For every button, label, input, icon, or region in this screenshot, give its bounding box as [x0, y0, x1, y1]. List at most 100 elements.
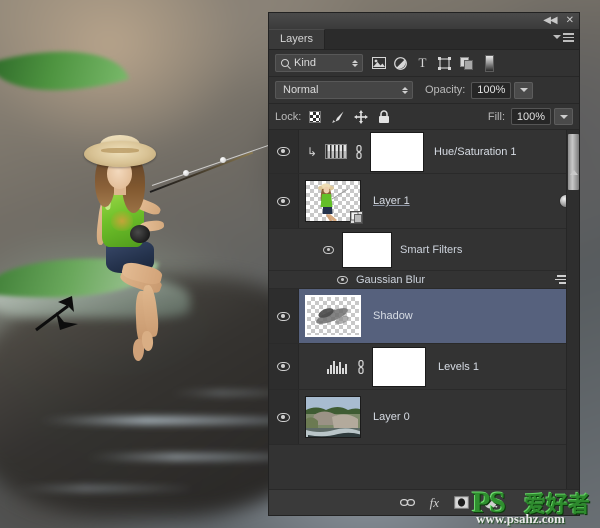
opacity-dropdown-button[interactable]	[514, 81, 534, 99]
chevron-updown-icon	[352, 59, 358, 67]
lock-transparent-pixels-icon[interactable]	[308, 110, 322, 124]
layer-row-hue-saturation[interactable]: ↳ Hue/Saturation 1	[269, 130, 579, 174]
scroll-up-arrow-icon[interactable]	[569, 170, 578, 175]
layer-visibility-toggle[interactable]	[269, 174, 299, 228]
chevron-updown-icon	[402, 86, 408, 94]
close-icon[interactable]: ✕	[566, 16, 574, 26]
search-icon	[281, 59, 289, 67]
filter-enable-switch[interactable]	[485, 54, 494, 72]
filter-smart-object-icon[interactable]	[459, 56, 474, 71]
blend-mode-value: Normal	[283, 84, 319, 96]
water-highlight	[12, 485, 192, 491]
fill-label: Fill:	[487, 110, 505, 123]
fill-input[interactable]: 100%	[511, 108, 551, 125]
filter-pixel-icon[interactable]	[371, 56, 386, 71]
smart-filter-mask-thumbnail[interactable]	[342, 231, 392, 268]
link-layers-icon[interactable]	[399, 497, 415, 508]
layer-row-body[interactable]: Shadow	[299, 289, 579, 343]
filter-name[interactable]: Gaussian Blur	[356, 274, 425, 286]
eye-icon	[277, 147, 290, 156]
layer-row-shadow[interactable]: Shadow	[269, 289, 579, 344]
layer-visibility-toggle[interactable]	[269, 289, 299, 343]
filter-kind-label: Kind	[294, 57, 317, 69]
layer-row-layer-0[interactable]: Layer 0	[269, 390, 579, 445]
fill-dropdown-button[interactable]	[554, 108, 573, 125]
layer-thumbnail[interactable]	[305, 295, 361, 337]
opacity-input[interactable]: 100%	[471, 81, 512, 99]
layer-visibility-toggle[interactable]	[269, 344, 299, 389]
layer-list[interactable]: ↳ Hue/Saturation 1 Layer 1 Smart Filters…	[269, 130, 579, 489]
tab-layers[interactable]: Layers	[269, 29, 326, 49]
levels-histogram-icon[interactable]	[327, 360, 349, 374]
line-marker	[220, 157, 226, 163]
smart-filters-label: Smart Filters	[400, 243, 463, 256]
line-marker	[183, 170, 189, 176]
layer-mask-thumbnail[interactable]	[370, 131, 424, 172]
layer-row-body[interactable]: Layer 1	[299, 174, 579, 228]
straw-hat-brim	[84, 141, 156, 167]
filter-type-icon[interactable]: T	[415, 55, 430, 71]
layer-thumbnail[interactable]	[305, 396, 361, 438]
layer-visibility-toggle[interactable]	[269, 390, 299, 444]
layer-visibility-toggle[interactable]	[269, 130, 299, 173]
layer-thumbnail-wrap[interactable]	[305, 180, 363, 224]
blend-mode-select[interactable]: Normal	[275, 81, 413, 99]
new-adjustment-layer-icon[interactable]	[484, 496, 498, 509]
filter-kind-select[interactable]: Kind	[275, 54, 363, 72]
eye-icon	[277, 196, 290, 206]
layer-name[interactable]: Layer 0	[373, 411, 410, 423]
lock-image-pixels-icon[interactable]	[331, 110, 345, 124]
opacity-label: Opacity:	[425, 84, 466, 96]
layer-row-levels[interactable]: Levels 1	[269, 344, 579, 390]
lock-row: Lock: Fill: 100%	[269, 104, 579, 130]
lock-buttons	[308, 109, 391, 124]
filter-row: Kind T	[269, 50, 579, 77]
layer-list-scrollbar[interactable]	[566, 130, 579, 489]
panel-tab-row: Layers	[269, 29, 579, 50]
layer-mask-thumbnail[interactable]	[372, 346, 426, 387]
layer-row-body[interactable]: Levels 1	[299, 344, 579, 389]
filter-adjustment-icon[interactable]	[393, 56, 408, 71]
gaussian-blur-row[interactable]: Gaussian Blur	[269, 271, 579, 289]
mask-link-icon[interactable]	[355, 359, 366, 374]
smart-filter-visibility-icon[interactable]	[323, 245, 334, 254]
collapse-icon[interactable]: ◀◀	[543, 16, 557, 26]
gaussian-blur-body[interactable]: Gaussian Blur	[299, 273, 579, 287]
filter-type-buttons: T	[371, 54, 494, 72]
chevron-down-icon	[553, 35, 561, 40]
layers-panel[interactable]: ◀◀ ✕ Layers Kind T Normal Opacity: 100% …	[268, 12, 580, 516]
layer-name[interactable]: Levels 1	[438, 361, 479, 373]
smart-filters-body[interactable]: Smart Filters	[299, 231, 579, 268]
mask-link-icon[interactable]	[353, 144, 364, 159]
shirt-graphic	[111, 211, 133, 231]
eye-icon	[277, 311, 290, 321]
lock-position-icon[interactable]	[354, 109, 369, 124]
smart-object-badge-icon	[350, 211, 363, 224]
fishing-reel	[130, 225, 150, 243]
smart-filters-row[interactable]: Smart Filters	[269, 229, 579, 271]
layer-name[interactable]: Hue/Saturation 1	[434, 146, 517, 158]
filter-shape-icon[interactable]	[437, 56, 452, 71]
layer-row-layer-1[interactable]: Layer 1	[269, 174, 579, 229]
panel-menu-icon[interactable]	[553, 33, 574, 42]
layer-name[interactable]: Layer 1	[373, 195, 410, 207]
annotation-arrow	[35, 278, 116, 332]
clipping-mask-arrow-icon: ↳	[306, 144, 318, 159]
filter-visibility-icon[interactable]	[337, 275, 348, 284]
hamburger-icon	[563, 33, 574, 42]
add-layer-mask-icon[interactable]	[454, 496, 469, 509]
layer-style-icon[interactable]: fx	[430, 495, 439, 511]
layer-row-body[interactable]: ↳ Hue/Saturation 1	[299, 130, 579, 173]
layer-name[interactable]: Shadow	[373, 310, 413, 322]
eye-icon	[277, 412, 290, 422]
lock-all-icon[interactable]	[377, 109, 391, 124]
eye-icon	[277, 362, 290, 371]
girl-fishing-subject	[78, 129, 315, 367]
blend-mode-row: Normal Opacity: 100%	[269, 77, 579, 104]
straw-hat-band	[101, 148, 139, 153]
scrollbar-thumb[interactable]	[568, 134, 579, 190]
hue-saturation-icon[interactable]	[325, 144, 347, 159]
layer-row-body[interactable]: Layer 0	[299, 390, 579, 444]
lock-label: Lock:	[275, 110, 302, 123]
panel-titlebar: ◀◀ ✕	[269, 13, 579, 29]
